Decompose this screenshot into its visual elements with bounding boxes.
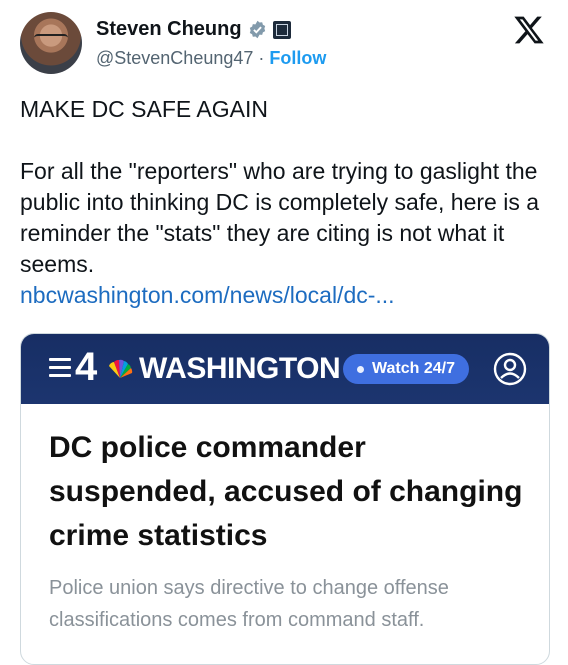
tweet-body: For all the "reporters" who are trying t… (20, 158, 540, 277)
menu-icon[interactable] (49, 358, 71, 382)
author-name[interactable]: Steven Cheung (96, 18, 242, 41)
tweet-headline: MAKE DC SAFE AGAIN (20, 96, 268, 122)
peacock-icon (109, 359, 133, 378)
watch-label: Watch 24/7 (372, 360, 455, 377)
article-subhead: Police union says directive to change of… (49, 577, 449, 631)
link-preview-card[interactable]: 4 WASHINGTON Watch 24/7 DC police comman… (20, 333, 550, 665)
user-account-icon[interactable] (493, 352, 527, 386)
logo-number: 4 (75, 345, 98, 389)
tweet-link[interactable]: nbcwashington.com/news/local/dc-... (20, 280, 550, 311)
verified-badge-icon (249, 20, 265, 39)
x-logo-icon[interactable] (512, 14, 546, 46)
follow-button[interactable]: Follow (269, 48, 326, 68)
author-name-row: Steven Cheung (96, 18, 291, 41)
author-handle[interactable]: @StevenCheung47 (96, 48, 253, 68)
live-dot-icon (357, 365, 364, 373)
affiliate-badge-icon (272, 20, 291, 39)
separator: · (258, 48, 265, 68)
watch-live-button[interactable]: Watch 24/7 (343, 354, 469, 384)
handle-row: @StevenCheung47 · Follow (96, 48, 326, 69)
tweet-text: MAKE DC SAFE AGAIN For all the "reporter… (20, 94, 550, 311)
avatar[interactable] (20, 12, 82, 74)
logo-text: WASHINGTON (139, 352, 341, 385)
card-site-header: 4 WASHINGTON Watch 24/7 (21, 334, 549, 404)
article-headline[interactable]: DC police commander suspended, accused o… (49, 426, 529, 558)
